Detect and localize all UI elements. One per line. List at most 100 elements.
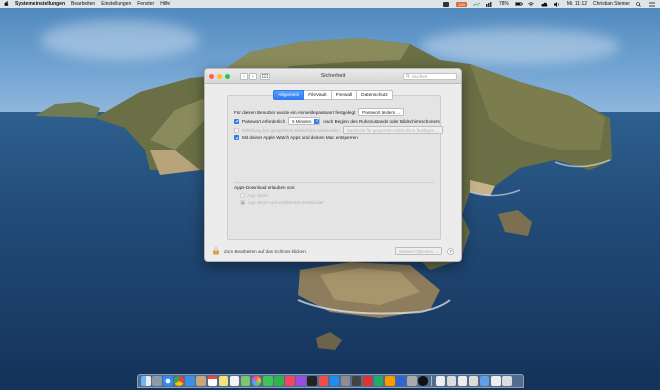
launchpad-icon[interactable] bbox=[152, 376, 162, 386]
radio-identified-developers[interactable] bbox=[240, 200, 245, 205]
search-field[interactable]: Suchen bbox=[403, 72, 457, 80]
tab-general[interactable]: Allgemein bbox=[273, 90, 305, 100]
back-button[interactable]: ‹ bbox=[240, 72, 248, 80]
apple-watch-checkbox[interactable] bbox=[234, 135, 239, 140]
app-icon[interactable] bbox=[373, 376, 384, 386]
lock-message-checkbox[interactable] bbox=[234, 127, 239, 133]
app-icon[interactable] bbox=[385, 376, 395, 386]
trash-icon[interactable] bbox=[502, 376, 512, 386]
app-icon[interactable] bbox=[435, 376, 446, 386]
status-app-icon[interactable] bbox=[443, 1, 450, 7]
podcasts-icon[interactable] bbox=[296, 376, 306, 386]
menu-window[interactable]: Fenster bbox=[137, 1, 154, 7]
control-center-icon[interactable] bbox=[649, 2, 656, 7]
tab-firewall[interactable]: Firewall bbox=[331, 90, 358, 100]
safari-icon[interactable] bbox=[163, 376, 173, 386]
volume-icon[interactable] bbox=[553, 1, 561, 7]
network-icon[interactable] bbox=[485, 1, 493, 7]
app-icon[interactable] bbox=[351, 376, 362, 386]
dock bbox=[137, 374, 524, 388]
downloads-icon[interactable] bbox=[479, 376, 490, 386]
tab-filevault[interactable]: FileVault bbox=[304, 90, 332, 100]
title-bar[interactable]: ‹ › Sicherheit Suchen bbox=[205, 69, 461, 84]
app-icon[interactable] bbox=[396, 376, 406, 386]
login-password-row: Für diesen Benutzer wurde ein Anmeldepas… bbox=[234, 108, 405, 116]
change-password-button[interactable]: Passwort ändern ... bbox=[358, 108, 405, 116]
radio-appstore-label: App Store bbox=[247, 193, 268, 198]
require-password-suffix: nach Beginn des Ruhezustands oder Bildsc… bbox=[323, 118, 440, 124]
facetime-icon[interactable] bbox=[274, 376, 284, 386]
contacts-icon[interactable] bbox=[196, 376, 206, 386]
lock-message-label: Mitteilung bei gesperrtem Bildschirm ein… bbox=[242, 127, 340, 133]
calendar-icon[interactable] bbox=[207, 376, 218, 386]
search-icon[interactable] bbox=[636, 1, 643, 7]
battery-percent[interactable]: 78% bbox=[499, 1, 509, 7]
status-badge[interactable]: 100 bbox=[456, 1, 467, 7]
notes-icon[interactable] bbox=[218, 376, 229, 386]
menu-app-name[interactable]: Systemeinstellungen bbox=[15, 1, 65, 7]
apple-watch-row: Mit deiner Apple Watch Apps und deinen M… bbox=[234, 135, 358, 140]
search-placeholder: Suchen bbox=[412, 73, 428, 79]
download-option-identified: App Store und verifizierten Entwickler bbox=[240, 200, 324, 205]
lock-text: Zum Bearbeiten auf das Schloss klicken. bbox=[224, 248, 307, 254]
finder-icon[interactable] bbox=[141, 376, 151, 386]
app-icon[interactable] bbox=[457, 376, 468, 386]
bottom-bar: Zum Bearbeiten auf das Schloss klicken. … bbox=[205, 241, 461, 261]
app-icon[interactable] bbox=[418, 376, 428, 386]
news-icon[interactable] bbox=[318, 376, 328, 386]
menu-settings[interactable]: Einstellungen bbox=[101, 1, 131, 7]
radio-identified-label: App Store und verifizierten Entwickler bbox=[247, 200, 324, 205]
app-icon[interactable] bbox=[446, 376, 457, 386]
menu-help[interactable]: Hilfe bbox=[160, 1, 170, 7]
appstore-icon[interactable] bbox=[329, 376, 340, 386]
apple-menu-icon[interactable] bbox=[4, 0, 9, 8]
require-password-label: Passwort erforderlich bbox=[242, 118, 286, 124]
menu-bar: Systemeinstellungen Bearbeiten Einstellu… bbox=[0, 0, 660, 8]
settings-icon[interactable] bbox=[340, 376, 351, 386]
search-icon bbox=[406, 74, 410, 78]
cpu-graph-icon[interactable] bbox=[472, 1, 480, 7]
reminders-icon[interactable] bbox=[229, 376, 240, 386]
chrome-icon[interactable] bbox=[174, 376, 184, 386]
help-button[interactable]: ? bbox=[447, 247, 454, 255]
cloud-icon[interactable] bbox=[541, 2, 548, 7]
app-icon[interactable] bbox=[468, 376, 479, 386]
lock-icon[interactable] bbox=[212, 247, 220, 255]
checkmark-icon bbox=[235, 136, 238, 140]
checkmark-icon bbox=[235, 119, 238, 123]
radio-appstore[interactable] bbox=[240, 193, 245, 198]
forward-button[interactable]: › bbox=[249, 72, 257, 80]
chevron-updown-icon: ⇕ bbox=[314, 118, 320, 124]
require-password-checkbox[interactable] bbox=[234, 118, 239, 124]
mail-icon[interactable] bbox=[185, 376, 195, 386]
download-option-appstore: App Store bbox=[240, 193, 268, 198]
tv-icon[interactable] bbox=[307, 376, 317, 386]
minimize-button[interactable] bbox=[217, 73, 222, 79]
dock-separator bbox=[431, 376, 432, 386]
show-all-button[interactable] bbox=[260, 72, 270, 80]
lock-message-button[interactable]: Nachricht für gesperrten Bildschirm fest… bbox=[342, 126, 444, 134]
lock-message-row: Mitteilung bei gesperrtem Bildschirm ein… bbox=[234, 126, 444, 134]
zoom-button[interactable] bbox=[225, 73, 230, 79]
battery-icon[interactable] bbox=[514, 1, 523, 7]
app-icon[interactable] bbox=[407, 376, 417, 386]
clock[interactable]: Mi. 11:12 bbox=[567, 1, 587, 7]
general-panel: Für diesen Benutzer wurde ein Anmeldepas… bbox=[227, 95, 444, 240]
maps-icon[interactable] bbox=[240, 376, 251, 386]
messages-icon[interactable] bbox=[263, 376, 273, 386]
close-button[interactable] bbox=[209, 73, 214, 79]
grid-icon bbox=[262, 74, 268, 78]
menu-edit[interactable]: Bearbeiten bbox=[71, 1, 95, 7]
music-icon[interactable] bbox=[285, 376, 295, 386]
folder-icon[interactable] bbox=[491, 376, 501, 386]
require-password-row: Passwort erforderlich 5 Minuten ⇕ nach B… bbox=[234, 117, 440, 125]
password-delay-value: 5 Minuten bbox=[292, 118, 312, 124]
app-icon[interactable] bbox=[362, 376, 373, 386]
advanced-button[interactable]: Weitere Optionen ... bbox=[395, 247, 442, 255]
downloads-heading-row: Apps-Download erlauben von: bbox=[234, 185, 296, 190]
photos-icon[interactable] bbox=[251, 376, 262, 386]
password-delay-select[interactable]: 5 Minuten ⇕ bbox=[288, 117, 321, 125]
tab-privacy[interactable]: Datenschutz bbox=[357, 90, 393, 100]
user-name[interactable]: Christian Steiner bbox=[593, 1, 630, 7]
wifi-icon[interactable] bbox=[528, 1, 535, 7]
